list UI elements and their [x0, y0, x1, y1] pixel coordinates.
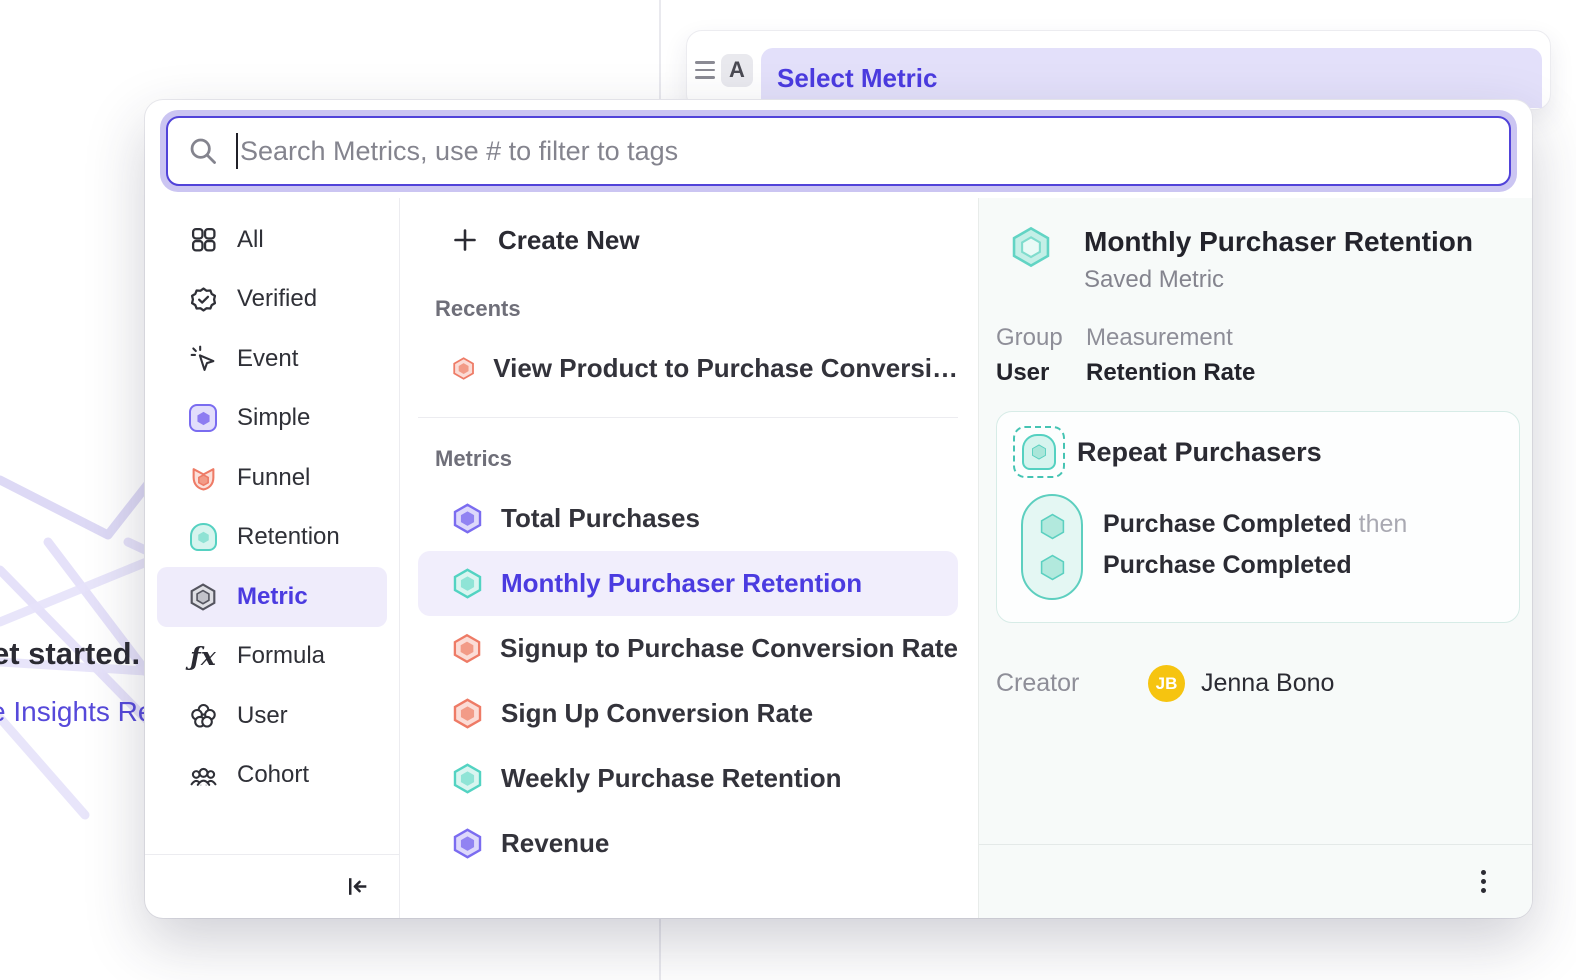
plus-icon — [452, 227, 478, 253]
retention-definition-card: Repeat Purchasers Purchase Completed the… — [996, 411, 1520, 623]
create-new-button[interactable]: Create New — [400, 212, 978, 268]
metric-item-label: Monthly Purchaser Retention — [501, 568, 862, 599]
sidebar-item-cohort[interactable]: Cohort — [157, 746, 387, 806]
funnel-metric-hexagon-icon — [452, 353, 475, 384]
create-new-label: Create New — [498, 225, 640, 256]
sidebar-item-label: Funnel — [237, 464, 310, 492]
sidebar-item-all[interactable]: All — [157, 210, 387, 270]
funnel-metric-hexagon-icon — [452, 698, 483, 729]
step-connector: then — [1359, 510, 1408, 538]
select-metric-button[interactable]: Select Metric — [761, 48, 1542, 108]
recent-item-label: View Product to Purchase Conversi… — [493, 353, 958, 384]
sidebar-item-label: User — [237, 702, 288, 730]
sidebar-item-simple[interactable]: Simple — [157, 389, 387, 449]
sidebar-item-funnel[interactable]: Funnel — [157, 448, 387, 508]
sidebar-item-event[interactable]: Event — [157, 329, 387, 389]
sidebar-item-label: Metric — [237, 583, 308, 611]
search-focus-ring — [160, 110, 1517, 192]
simple-metric-hexagon-icon — [452, 503, 483, 534]
metric-item-sign-up-conversion[interactable]: Sign Up Conversion Rate — [418, 681, 958, 746]
step1-event: Purchase Completed — [1103, 510, 1352, 538]
saved-metric-hexagon-icon — [1010, 226, 1052, 268]
recent-item[interactable]: View Product to Purchase Conversi… — [418, 336, 958, 401]
metric-item-weekly-purchase-retention[interactable]: Weekly Purchase Retention — [418, 746, 958, 811]
series-a-badge[interactable]: A — [721, 54, 753, 87]
metric-item-label: Total Purchases — [501, 503, 700, 534]
sidebar-item-label: Retention — [237, 523, 340, 551]
metric-hexagon-icon — [189, 583, 217, 611]
details-meta: Group User Measurement Retention Rate — [996, 324, 1512, 387]
sidebar-item-retention[interactable]: Retention — [157, 508, 387, 568]
funnel-icon — [189, 464, 217, 492]
group-value: User — [996, 359, 1086, 387]
sidebar-item-label: Verified — [237, 285, 317, 313]
details-subtitle: Saved Metric — [1084, 266, 1473, 294]
grid-icon — [189, 226, 217, 254]
user-cluster-icon — [189, 702, 217, 730]
details-header: Monthly Purchaser Retention Saved Metric — [1010, 226, 1512, 294]
sidebar-item-label: Simple — [237, 404, 310, 432]
metric-details-panel: Monthly Purchaser Retention Saved Metric… — [978, 198, 1532, 918]
cursor-click-icon — [189, 345, 217, 373]
sidebar-item-label: Event — [237, 345, 298, 373]
sidebar-item-verified[interactable]: Verified — [157, 270, 387, 330]
details-title: Monthly Purchaser Retention — [1084, 226, 1473, 258]
measurement-value: Retention Rate — [1086, 359, 1255, 387]
recents-heading: Recents — [400, 296, 978, 322]
funnel-metric-hexagon-icon — [452, 633, 482, 664]
creator-label: Creator — [996, 669, 1148, 698]
metric-picker-modal: All Verified E — [145, 100, 1532, 918]
creator-name: Jenna Bono — [1201, 669, 1334, 698]
metric-item-signup-to-purchase[interactable]: Signup to Purchase Conversion Rate — [418, 616, 958, 681]
metric-item-label: Revenue — [501, 828, 609, 859]
step2-event: Purchase Completed — [1103, 551, 1352, 579]
retention-metric-hexagon-icon — [452, 763, 483, 794]
search-icon — [188, 136, 218, 166]
retention-arch-icon — [189, 523, 217, 551]
list-divider — [418, 417, 958, 418]
simple-hexagon-icon — [189, 404, 217, 432]
metric-item-revenue[interactable]: Revenue — [418, 811, 958, 876]
simple-metric-hexagon-icon — [452, 828, 483, 859]
select-metric-label: Select Metric — [777, 63, 937, 94]
sidebar-item-user[interactable]: User — [157, 686, 387, 746]
filter-sidebar: All Verified E — [145, 198, 400, 918]
measurement-label: Measurement — [1086, 324, 1255, 352]
metric-row-card: A Select Metric — [686, 30, 1551, 110]
verified-badge-icon — [189, 285, 217, 313]
get-started-text: et started. — [0, 636, 140, 672]
sidebar-item-label: Formula — [237, 642, 325, 670]
collapse-sidebar-button[interactable] — [344, 873, 371, 900]
group-label: Group — [996, 324, 1086, 352]
metric-item-label: Sign Up Conversion Rate — [501, 698, 813, 729]
metric-list-column: Create New Recents View Product to Purch… — [400, 198, 978, 918]
text-caret — [236, 133, 238, 169]
search-field[interactable] — [166, 116, 1511, 186]
sidebar-item-formula[interactable]: ƒx Formula — [157, 627, 387, 687]
sidebar-footer — [145, 854, 399, 918]
insights-report-link[interactable]: e Insights Re — [0, 696, 153, 728]
cohort-people-icon — [189, 761, 217, 789]
card-title: Repeat Purchasers — [1077, 437, 1322, 468]
search-input[interactable] — [240, 136, 1489, 167]
creator-row: Creator JB Jenna Bono — [996, 665, 1512, 702]
details-footer — [979, 844, 1532, 918]
collapse-left-icon — [344, 873, 371, 900]
drag-handle-icon[interactable] — [695, 61, 715, 79]
metric-item-total-purchases[interactable]: Total Purchases — [418, 486, 958, 551]
steps-text: Purchase Completed then Purchase Complet… — [1103, 494, 1407, 600]
cohort-dashed-icon — [1013, 426, 1065, 478]
metrics-heading: Metrics — [400, 446, 978, 472]
sidebar-item-label: All — [237, 226, 264, 254]
steps-capsule-icon — [1021, 494, 1083, 600]
sidebar-item-metric[interactable]: Metric — [157, 567, 387, 627]
more-options-button[interactable] — [1475, 864, 1492, 899]
retention-metric-hexagon-icon — [452, 568, 483, 599]
metric-item-label: Weekly Purchase Retention — [501, 763, 842, 794]
sidebar-item-label: Cohort — [237, 761, 309, 789]
formula-fx-icon: ƒx — [189, 642, 217, 670]
creator-avatar: JB — [1148, 665, 1185, 702]
metric-item-monthly-purchaser-retention[interactable]: Monthly Purchaser Retention — [418, 551, 958, 616]
metric-item-label: Signup to Purchase Conversion Rate — [500, 633, 958, 664]
